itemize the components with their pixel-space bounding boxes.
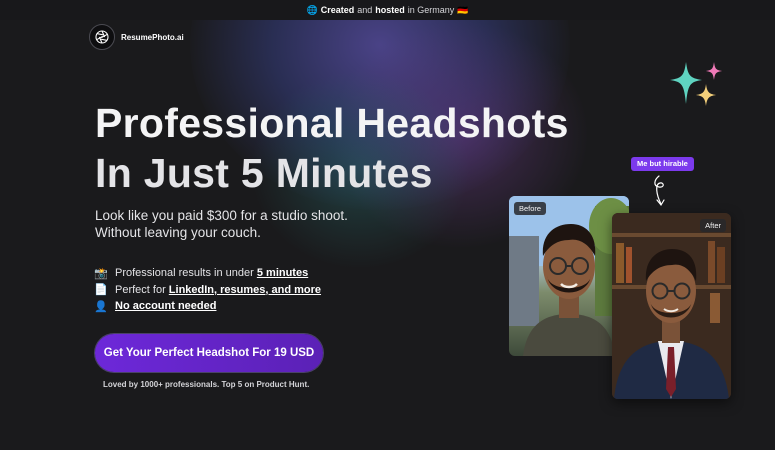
feature-item: 📸 Professional results in under 5 minute…	[94, 265, 321, 282]
feature-text: No account needed	[115, 300, 216, 312]
hero-title-line1: Professional Headshots	[95, 100, 569, 146]
before-portrait-image	[509, 196, 629, 356]
feature-list: 📸 Professional results in under 5 minute…	[94, 265, 322, 315]
after-portrait-image	[612, 213, 731, 399]
feature-emphasis: No account needed	[115, 300, 217, 313]
brand-link[interactable]: ResumePhoto.ai	[89, 24, 184, 50]
curly-arrow-icon	[654, 175, 665, 207]
hero-subtitle: Look like you paid $300 for a studio sho…	[95, 207, 348, 241]
get-headshot-button[interactable]: Get Your Perfect Headshot For 19 USD	[95, 334, 323, 372]
after-label: After	[700, 219, 726, 232]
aperture-icon	[89, 24, 115, 50]
me-but-hirable-tag: Me but hirable	[631, 157, 694, 171]
feature-emphasis: LinkedIn, resumes, and more	[168, 283, 322, 296]
hero-title: Professional Headshots In Just 5 Minutes	[95, 98, 569, 198]
feature-item: 👤 No account needed	[94, 298, 321, 315]
feature-item: 📄 Perfect for LinkedIn, resumes, and mor…	[94, 282, 322, 299]
announcement-bar: 🌐 Created and hosted in Germany 🇩🇪	[0, 0, 775, 20]
feature-text: Perfect for LinkedIn, resumes, and more	[115, 283, 322, 296]
brand-name: ResumePhoto.ai	[121, 32, 184, 42]
camera-icon: 📸	[94, 267, 108, 280]
hero-title-line2: In Just 5 Minutes	[95, 150, 433, 196]
user-icon: 👤	[94, 300, 108, 313]
after-photo: After	[612, 213, 731, 399]
before-photo: Before	[509, 196, 629, 356]
sparkles-icon	[670, 62, 722, 106]
before-label: Before	[514, 202, 547, 215]
in-germany-text: in Germany	[407, 5, 455, 15]
german-flag-icon: 🇩🇪	[457, 4, 469, 15]
globe-icon: 🌐	[306, 4, 318, 15]
hero-subtitle-line2: Without leaving your couch.	[95, 225, 261, 240]
and-text: and	[357, 5, 373, 15]
feature-emphasis: 5 minutes	[256, 267, 309, 280]
hosted-text: hosted	[375, 5, 405, 15]
hero-subtitle-line1: Look like you paid $300 for a studio sho…	[95, 208, 348, 223]
social-proof-text: Loved by 1000+ professionals. Top 5 on P…	[103, 380, 310, 389]
created-text: Created	[320, 5, 355, 15]
document-icon: 📄	[94, 284, 108, 297]
feature-text: Professional results in under 5 minutes	[115, 267, 309, 280]
